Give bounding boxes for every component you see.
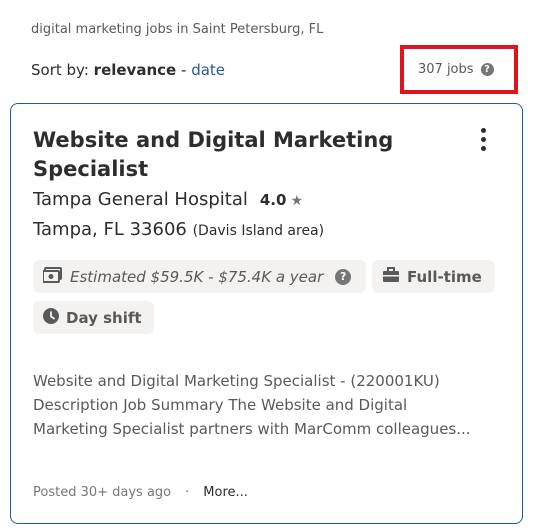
shift-text: Day shift [66, 308, 142, 327]
company-rating: 4.0 [259, 191, 287, 209]
sort-label: Sort by: [31, 61, 89, 79]
job-title-line2: Specialist [33, 157, 149, 181]
location-text: Tampa, FL 33606 [33, 219, 187, 240]
posted-date: Posted 30+ days ago [33, 485, 172, 500]
sort-date-link[interactable]: date [191, 61, 225, 79]
job-type-text: Full-time [407, 267, 482, 286]
sort-relevance[interactable]: relevance [94, 61, 177, 79]
job-location: Tampa, FL 33606 (Davis Island area) [33, 219, 324, 240]
job-count-text: 307 jobs [418, 62, 474, 77]
company-name[interactable]: Tampa General Hospital [33, 189, 248, 210]
sort-row: Sort by: relevance - date [31, 61, 225, 79]
kebab-menu-icon[interactable] [481, 128, 487, 155]
help-icon[interactable]: ? [335, 268, 352, 285]
help-icon[interactable]: ? [480, 63, 494, 76]
footer-separator: · [185, 485, 190, 500]
job-title-line1: Website and Digital Marketing [33, 128, 394, 152]
shift-tag: Day shift [33, 301, 154, 334]
briefcase-icon [382, 266, 400, 287]
job-description: Website and Digital Marketing Specialist… [33, 372, 471, 438]
more-link[interactable]: More... [203, 485, 248, 500]
star-icon: ★ [290, 193, 303, 209]
search-caption: digital marketing jobs in Saint Petersbu… [31, 22, 324, 37]
clock-icon [43, 307, 59, 328]
salary-text: Estimated $59.5K - $75.4K a year [70, 267, 324, 286]
job-footer: Posted 30+ days ago · More... [33, 485, 248, 500]
job-count: 307 jobs ? [418, 62, 494, 77]
salary-tag: Estimated $59.5K - $75.4K a year ? [33, 260, 366, 293]
job-type-tag: Full-time [372, 260, 495, 293]
job-card[interactable]: Website and Digital Marketing Specialist… [10, 103, 523, 524]
job-title[interactable]: Website and Digital Marketing Specialist [33, 126, 433, 184]
location-area: (Davis Island area) [192, 223, 325, 239]
salary-icon [42, 266, 63, 287]
company-row: Tampa General Hospital 4.0 ★ [33, 189, 303, 210]
sort-separator: - [180, 61, 187, 79]
